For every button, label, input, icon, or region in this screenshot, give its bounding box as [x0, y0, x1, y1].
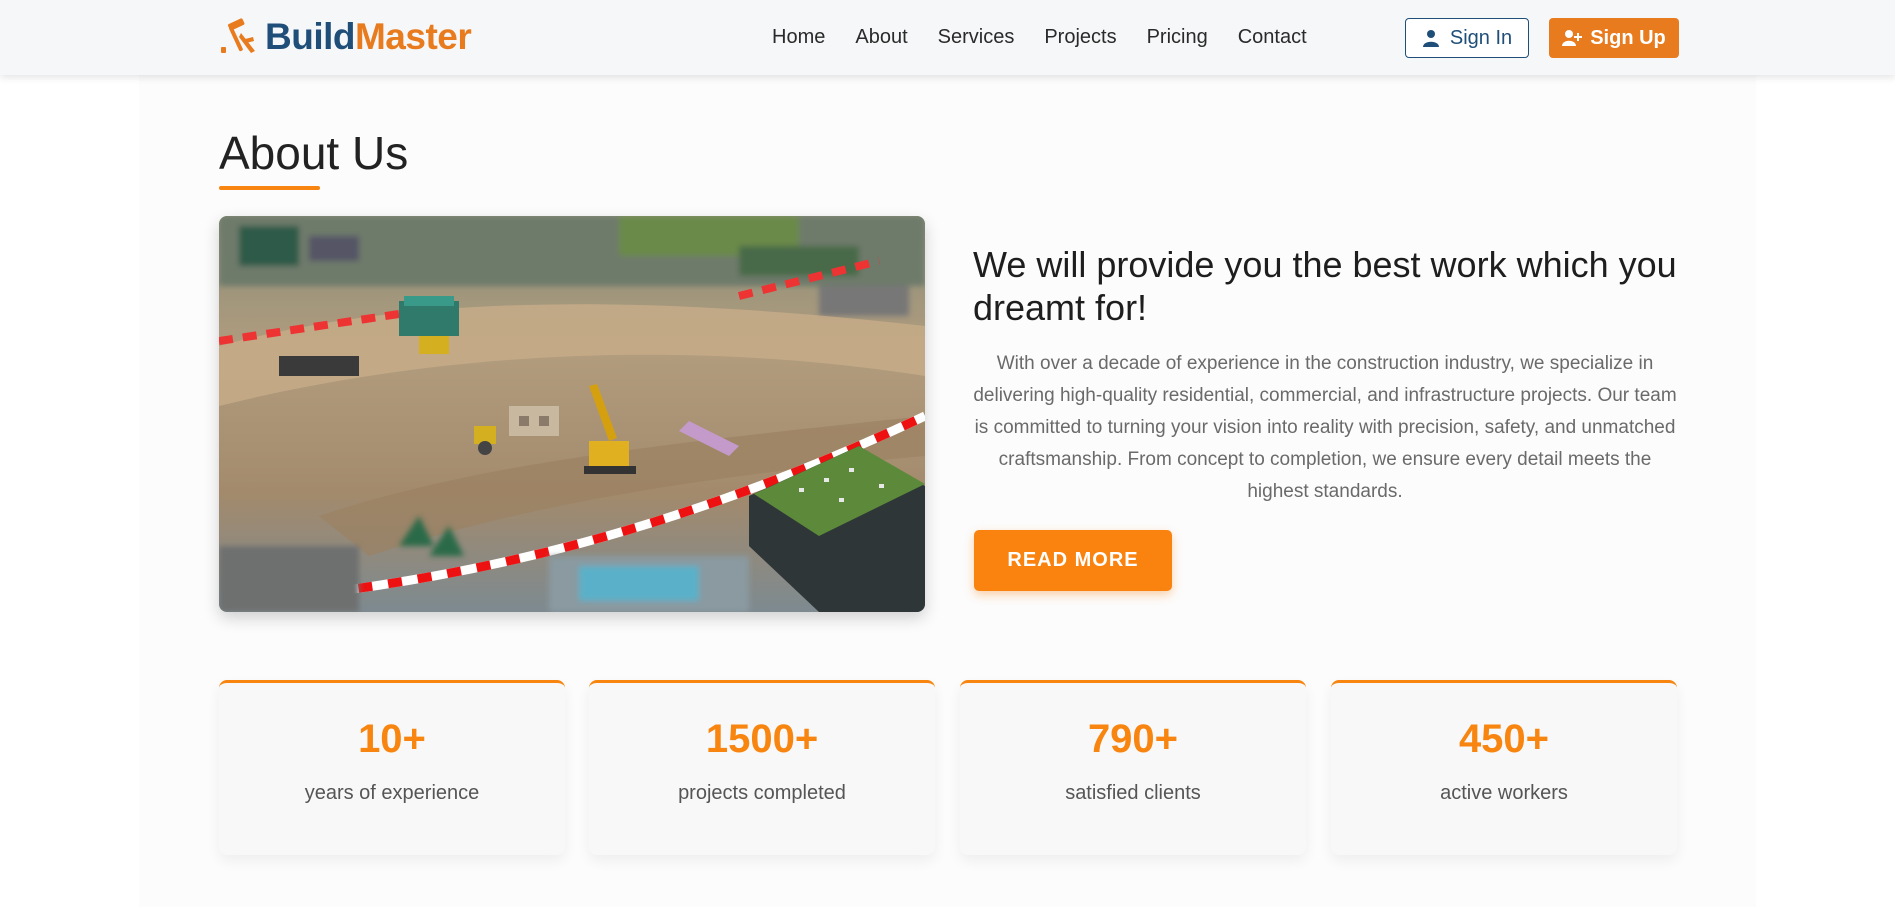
stat-card-experience: 10+ years of experience: [219, 680, 565, 855]
sign-up-label: Sign Up: [1590, 26, 1666, 49]
nav-home[interactable]: Home: [772, 26, 825, 49]
stat-card-clients: 790+ satisfied clients: [960, 680, 1306, 855]
main-nav: Home About Services Projects Pricing Con…: [772, 0, 1307, 75]
stat-card-workers: 450+ active workers: [1331, 680, 1677, 855]
construction-site-image: [219, 216, 925, 612]
nav-pricing[interactable]: Pricing: [1147, 26, 1208, 49]
sign-up-button[interactable]: Sign Up: [1549, 18, 1679, 58]
stat-value: 10+: [358, 717, 426, 761]
title-underline: [219, 186, 320, 190]
stat-label: projects completed: [678, 782, 846, 804]
nav-projects[interactable]: Projects: [1044, 26, 1116, 49]
user-plus-icon: [1562, 29, 1583, 47]
brand-logo[interactable]: BuildMaster: [219, 16, 472, 58]
stat-value: 1500+: [705, 717, 819, 761]
stat-value: 450+: [1458, 717, 1550, 761]
sign-in-button[interactable]: Sign In: [1405, 18, 1529, 58]
sign-in-label: Sign In: [1449, 26, 1513, 49]
read-more-button[interactable]: READ MORE: [974, 530, 1172, 591]
hammer-icon: [219, 17, 259, 57]
site-header: BuildMaster Home About Services Projects…: [0, 0, 1895, 75]
user-icon: [1422, 29, 1440, 47]
stat-value: 790+: [1087, 717, 1179, 761]
page-title: About Us: [219, 127, 409, 179]
brand-name-part2: Master: [354, 16, 472, 57]
nav-about[interactable]: About: [855, 26, 907, 49]
stat-card-projects: 1500+ projects completed: [589, 680, 935, 855]
about-paragraph: With over a decade of experience in the …: [973, 353, 1677, 502]
nav-contact[interactable]: Contact: [1238, 26, 1307, 49]
stat-label: years of experience: [304, 782, 480, 804]
brand-name-part1: Build: [265, 16, 355, 57]
about-heading: We will provide you the best work which …: [973, 244, 1677, 328]
stat-label: active workers: [1440, 782, 1568, 804]
nav-services[interactable]: Services: [938, 26, 1015, 49]
brand-name: BuildMaster: [265, 16, 472, 58]
stat-label: satisfied clients: [1065, 782, 1201, 804]
